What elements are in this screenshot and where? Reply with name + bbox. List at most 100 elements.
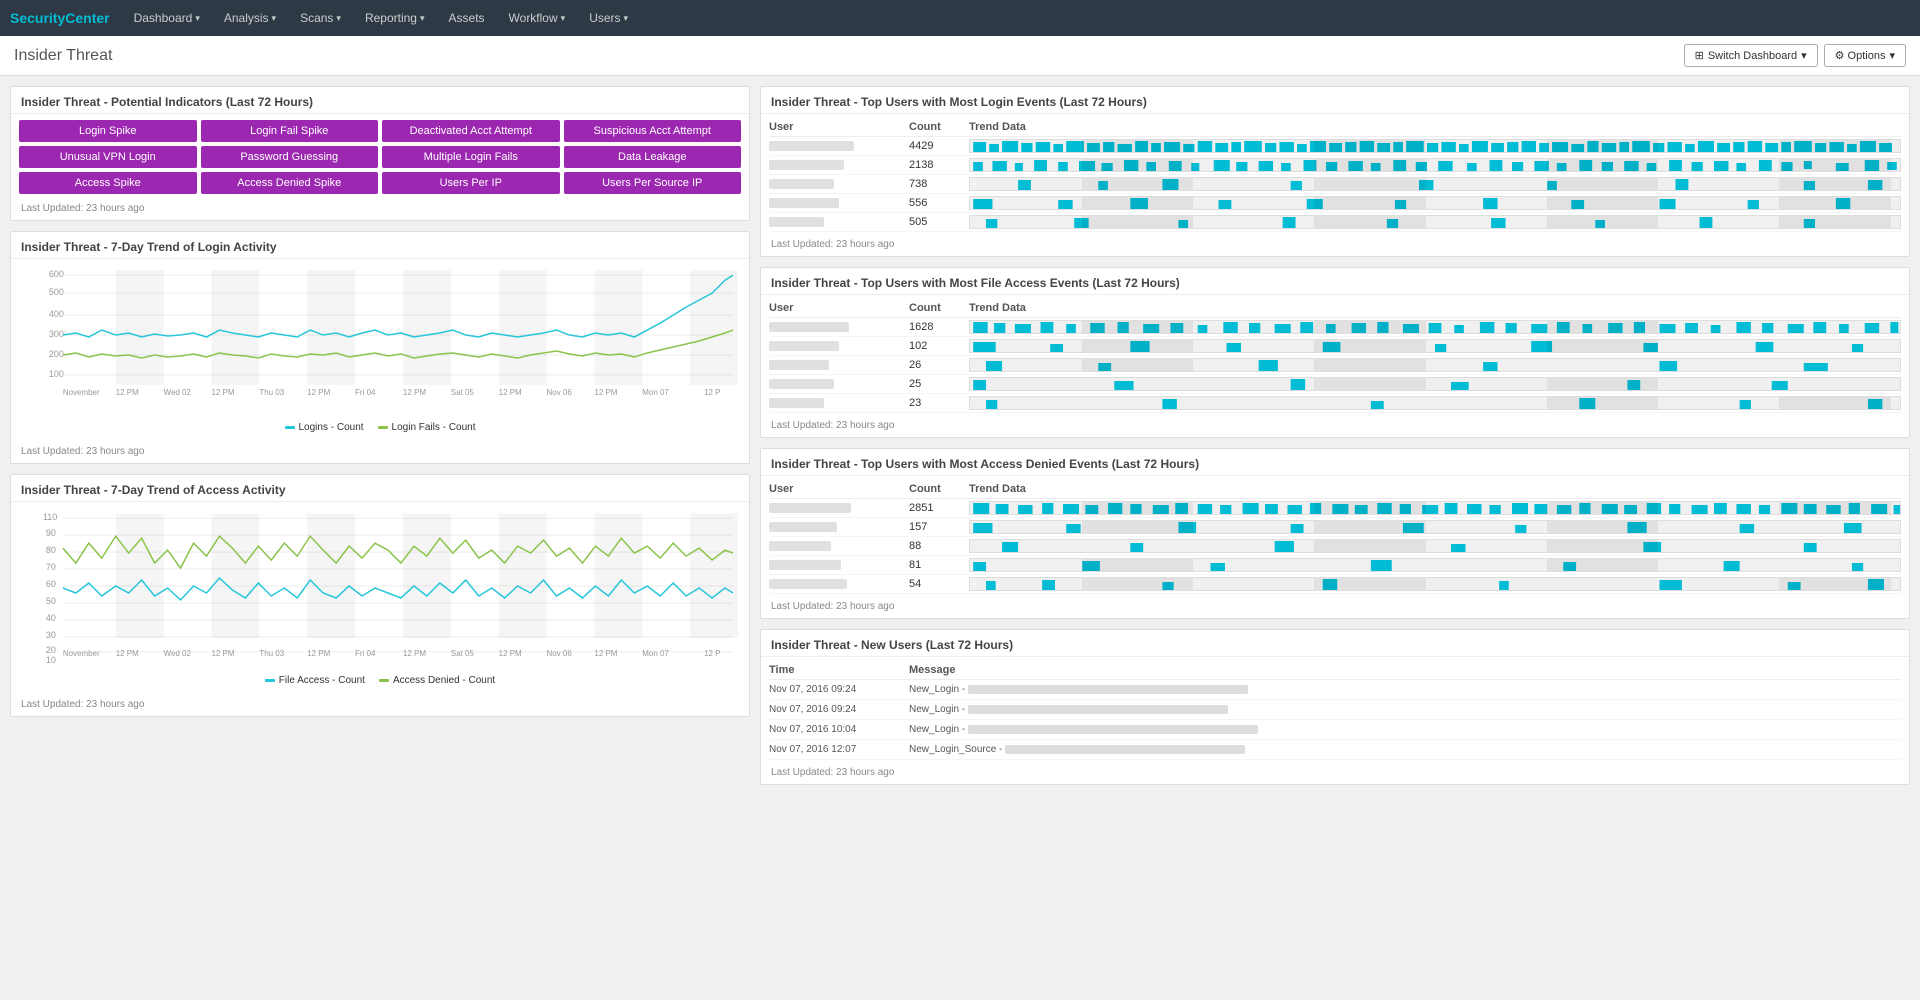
indicator-access-denied[interactable]: Access Denied Spike (201, 172, 379, 194)
brand[interactable]: SecurityCenter (10, 10, 110, 26)
svg-text:Sat 05: Sat 05 (451, 388, 475, 397)
indicator-suspicious[interactable]: Suspicious Acct Attempt (564, 120, 742, 142)
login-trend-title: Insider Threat - 7-Day Trend of Login Ac… (11, 232, 749, 259)
indicators-last-updated: Last Updated: 23 hours ago (11, 200, 749, 220)
legend-fails-dot (378, 426, 388, 429)
indicator-access-spike[interactable]: Access Spike (19, 172, 197, 194)
user-label (769, 198, 839, 208)
list-item: Nov 07, 2016 12:07 New_Login_Source - (769, 740, 1901, 760)
list-item: Nov 07, 2016 09:24 New_Login - (769, 700, 1901, 720)
top-denied-title: Insider Threat - Top Users with Most Acc… (761, 449, 1909, 476)
new-users-table: Time Message Nov 07, 2016 09:24 New_Logi… (761, 657, 1909, 764)
table-row: 738 (769, 175, 1901, 194)
svg-text:12 PM: 12 PM (403, 649, 426, 658)
top-login-card: Insider Threat - Top Users with Most Log… (760, 86, 1910, 257)
nav-analysis[interactable]: Analysis ▾ (214, 7, 286, 29)
user-label (769, 160, 844, 170)
svg-text:12 P: 12 P (704, 388, 720, 397)
indicator-login-spike[interactable]: Login Spike (19, 120, 197, 142)
trend-bar-container (969, 520, 1901, 534)
indicator-data-leakage[interactable]: Data Leakage (564, 146, 742, 168)
nav-workflow[interactable]: Workflow ▾ (499, 7, 576, 29)
top-file-card: Insider Threat - Top Users with Most Fil… (760, 267, 1910, 438)
top-login-last-updated: Last Updated: 23 hours ago (761, 236, 1909, 256)
svg-text:80: 80 (46, 545, 56, 555)
svg-text:12 PM: 12 PM (499, 388, 522, 397)
message-text: New_Login - (909, 684, 1901, 695)
login-trend-legend: Logins - Count Login Fails - Count (21, 420, 739, 439)
svg-text:12 P: 12 P (704, 649, 720, 658)
svg-text:Nov 06: Nov 06 (547, 388, 573, 397)
svg-text:12 PM: 12 PM (403, 388, 426, 397)
trend-bar-container (969, 320, 1901, 334)
legend-denied-dot (379, 679, 389, 682)
indicator-users-per-src[interactable]: Users Per Source IP (564, 172, 742, 194)
svg-text:500: 500 (49, 287, 64, 297)
legend-login-fails: Login Fails - Count (378, 422, 476, 433)
page-title: Insider Threat (14, 47, 112, 65)
top-denied-table: User Count Trend Data 2851 (761, 476, 1909, 598)
nav-assets[interactable]: Assets (439, 7, 495, 29)
new-users-header: Time Message (769, 661, 1901, 680)
legend-access-denied: Access Denied - Count (379, 675, 495, 686)
table-row: 88 (769, 537, 1901, 556)
top-denied-card: Insider Threat - Top Users with Most Acc… (760, 448, 1910, 619)
trend-bar-container (969, 139, 1901, 153)
list-item: Nov 07, 2016 09:24 New_Login - (769, 680, 1901, 700)
message-text: New_Login_Source - (909, 744, 1901, 755)
top-login-table: User Count Trend Data 4429 (761, 114, 1909, 236)
chevron-down-icon: ▾ (272, 13, 277, 24)
svg-text:12 PM: 12 PM (211, 649, 234, 658)
login-trend-card: Insider Threat - 7-Day Trend of Login Ac… (10, 231, 750, 464)
svg-text:Mon 07: Mon 07 (642, 388, 669, 397)
legend-logins: Logins - Count (285, 422, 364, 433)
svg-text:60: 60 (46, 579, 56, 589)
svg-text:November: November (63, 388, 100, 397)
nav-dashboard[interactable]: Dashboard ▾ (124, 7, 210, 29)
login-trend-chart: 600 500 400 300 200 100 (11, 259, 749, 443)
table-row: 2138 (769, 156, 1901, 175)
table-row: 1628 (769, 318, 1901, 337)
indicator-password[interactable]: Password Guessing (201, 146, 379, 168)
svg-text:Sat 05: Sat 05 (451, 649, 475, 658)
trend-bar-container (969, 558, 1901, 572)
chevron-down-icon: ▾ (195, 13, 200, 24)
right-column: Insider Threat - Top Users with Most Log… (760, 86, 1910, 785)
legend-file-access: File Access - Count (265, 675, 365, 686)
trend-bar-container (969, 339, 1901, 353)
indicator-multi-login[interactable]: Multiple Login Fails (382, 146, 560, 168)
indicator-vpn[interactable]: Unusual VPN Login (19, 146, 197, 168)
table-row: 102 (769, 337, 1901, 356)
indicator-login-fail-spike[interactable]: Login Fail Spike (201, 120, 379, 142)
svg-text:Fri 04: Fri 04 (355, 649, 376, 658)
user-label (769, 141, 854, 151)
indicator-users-per-ip[interactable]: Users Per IP (382, 172, 560, 194)
svg-text:30: 30 (46, 630, 56, 640)
trend-bar-container (969, 539, 1901, 553)
chevron-down-icon: ▾ (336, 13, 341, 24)
switch-dashboard-button[interactable]: ⊞ Switch Dashboard ▾ (1684, 44, 1818, 67)
svg-text:200: 200 (49, 349, 64, 359)
svg-text:Nov 06: Nov 06 (547, 649, 573, 658)
svg-text:110: 110 (43, 512, 57, 522)
user-label (769, 579, 847, 589)
top-file-title: Insider Threat - Top Users with Most Fil… (761, 268, 1909, 295)
trend-bar-container (969, 501, 1901, 515)
top-login-header: User Count Trend Data (769, 118, 1901, 137)
indicator-deactivated[interactable]: Deactivated Acct Attempt (382, 120, 560, 142)
access-trend-last-updated: Last Updated: 23 hours ago (11, 696, 749, 716)
svg-text:300: 300 (49, 329, 64, 339)
nav-reporting[interactable]: Reporting ▾ (355, 7, 435, 29)
trend-bar-container (969, 215, 1901, 229)
new-users-last-updated: Last Updated: 23 hours ago (761, 764, 1909, 784)
message-text: New_Login - (909, 704, 1901, 715)
nav-users[interactable]: Users ▾ (579, 7, 638, 29)
options-button[interactable]: ⚙ Options ▾ (1824, 44, 1906, 67)
navbar: SecurityCenter Dashboard ▾ Analysis ▾ Sc… (0, 0, 1920, 36)
table-row: 81 (769, 556, 1901, 575)
svg-text:12 PM: 12 PM (307, 649, 330, 658)
indicators-card: Insider Threat - Potential Indicators (L… (10, 86, 750, 221)
nav-scans[interactable]: Scans ▾ (290, 7, 351, 29)
svg-text:400: 400 (49, 309, 64, 319)
svg-text:40: 40 (46, 613, 56, 623)
